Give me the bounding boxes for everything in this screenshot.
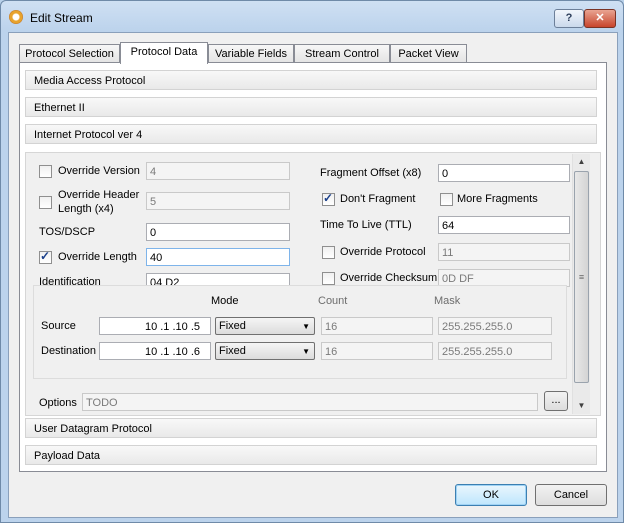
override-protocol-checkbox[interactable] [322, 246, 335, 259]
dialog-client-area: Protocol Selection Protocol Data Variabl… [8, 32, 618, 518]
chevron-down-icon: ▼ [302, 322, 310, 331]
destination-label: Destination [41, 345, 97, 357]
tab-stream-control[interactable]: Stream Control [294, 44, 390, 63]
gear-icon [9, 10, 23, 24]
options-field[interactable]: TODO [82, 393, 538, 411]
fragment-offset-label: Fragment Offset (x8) [320, 167, 422, 179]
help-button[interactable]: ? [554, 9, 584, 28]
tab-protocol-selection[interactable]: Protocol Selection [19, 44, 120, 63]
address-group: Mode Count Mask Source 10 .1 .10 .5 Fixe… [33, 285, 567, 379]
options-label: Options [39, 397, 77, 409]
override-version-label: Override Version [58, 165, 140, 177]
source-label: Source [41, 320, 76, 332]
options-browse-button[interactable]: ... [544, 391, 568, 411]
tab-packet-view[interactable]: Packet View [390, 44, 467, 63]
more-fragments-checkbox[interactable] [440, 193, 453, 206]
tos-dscp-label: TOS/DSCP [39, 226, 96, 238]
destination-mask-field[interactable]: 255.255.255.0 [438, 342, 552, 360]
arrow-up-icon[interactable]: ▲ [573, 154, 590, 170]
header-length-field[interactable]: 5 [146, 192, 290, 210]
close-button[interactable]: ✕ [584, 9, 616, 28]
tab-protocol-data[interactable]: Protocol Data [120, 42, 208, 64]
section-payload-data[interactable]: Payload Data [25, 445, 597, 465]
ipv4-scrollbar[interactable]: ▲ ≡ ▼ [572, 154, 590, 414]
ok-button[interactable]: OK [455, 484, 527, 506]
section-media-access-protocol[interactable]: Media Access Protocol [25, 70, 597, 90]
chevron-down-icon: ▼ [302, 347, 310, 356]
dont-fragment-label: Don't Fragment [340, 193, 416, 205]
source-count-field[interactable]: 16 [321, 317, 433, 335]
override-header-length-checkbox[interactable] [39, 196, 52, 209]
count-header: Count [318, 295, 348, 307]
mode-header: Mode [211, 295, 239, 307]
ttl-label: Time To Live (TTL) [320, 219, 412, 231]
protocol-field[interactable]: 11 [438, 243, 570, 261]
window-title: Edit Stream [30, 11, 93, 25]
protocol-data-pane: Media Access Protocol Ethernet II Intern… [19, 62, 607, 472]
arrow-down-icon[interactable]: ▼ [573, 398, 590, 414]
override-protocol-label: Override Protocol [340, 246, 426, 258]
scrollbar-thumb[interactable]: ≡ [574, 171, 589, 383]
source-mode-select[interactable]: Fixed ▼ [215, 317, 315, 335]
tos-dscp-field[interactable]: 0 [146, 223, 290, 241]
section-ethernet-ii[interactable]: Ethernet II [25, 97, 597, 117]
source-mask-field[interactable]: 255.255.255.0 [438, 317, 552, 335]
section-internet-protocol-v4[interactable]: Internet Protocol ver 4 [25, 124, 597, 144]
override-length-label: Override Length [58, 251, 137, 263]
title-bar[interactable]: Edit Stream ? ✕ [1, 1, 623, 33]
override-length-checkbox[interactable] [39, 249, 52, 264]
override-checksum-checkbox[interactable] [322, 272, 335, 285]
ipv4-fields-area: Override Version 4 Override Header Lengt… [25, 152, 601, 416]
source-ip-field[interactable]: 10 .1 .10 .5 [99, 317, 211, 335]
source-mode-value: Fixed [219, 320, 246, 332]
edit-stream-window: Edit Stream ? ✕ Protocol Selection Proto… [0, 0, 624, 523]
version-field[interactable]: 4 [146, 162, 290, 180]
override-header-label-line2: Length (x4) [58, 203, 114, 215]
destination-count-field[interactable]: 16 [321, 342, 433, 360]
override-version-checkbox[interactable] [39, 165, 52, 178]
destination-mode-value: Fixed [219, 345, 246, 357]
mask-header: Mask [434, 295, 461, 307]
more-fragments-label: More Fragments [457, 193, 538, 205]
section-user-datagram-protocol[interactable]: User Datagram Protocol [25, 418, 597, 438]
override-header-label-line1: Override Header [58, 189, 140, 201]
tab-variable-fields[interactable]: Variable Fields [208, 44, 294, 63]
total-length-field[interactable]: 40 [146, 248, 290, 266]
ttl-field[interactable]: 64 [438, 216, 570, 234]
destination-ip-field[interactable]: 10 .1 .10 .6 [99, 342, 211, 360]
fragment-offset-field[interactable]: 0 [438, 164, 570, 182]
cancel-button[interactable]: Cancel [535, 484, 607, 506]
dont-fragment-checkbox[interactable] [322, 191, 335, 206]
destination-mode-select[interactable]: Fixed ▼ [215, 342, 315, 360]
override-checksum-label: Override Checksum [340, 272, 438, 284]
